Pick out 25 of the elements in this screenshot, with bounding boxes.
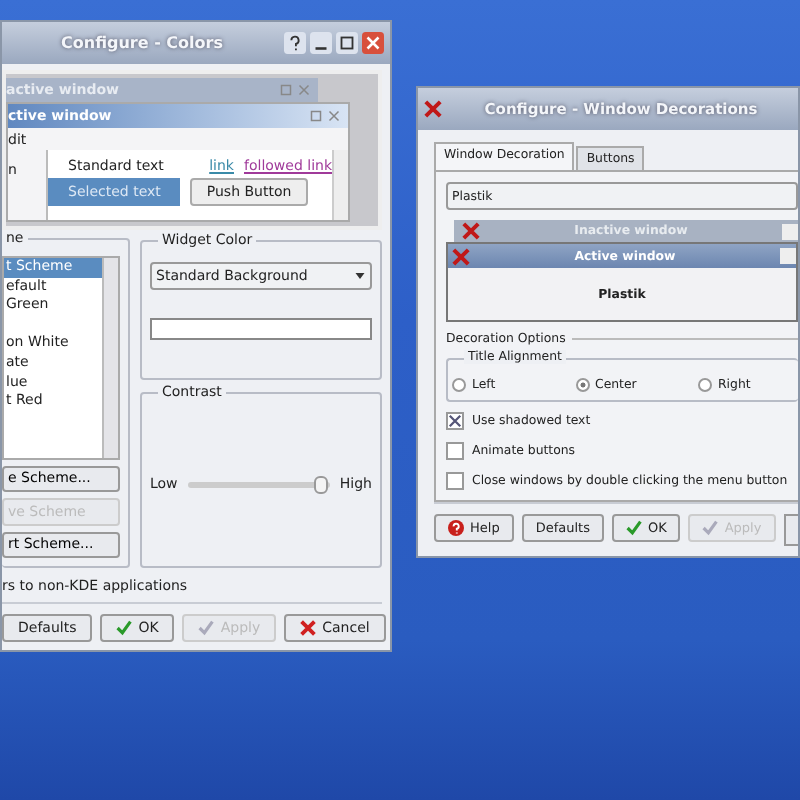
maximize-icon[interactable]	[336, 32, 358, 54]
close-icon	[298, 84, 310, 96]
checkbox[interactable]	[446, 441, 464, 459]
close-icon[interactable]	[362, 32, 384, 54]
radio-button[interactable]	[452, 378, 466, 392]
cancel-icon	[300, 620, 317, 636]
checkbox[interactable]	[446, 411, 464, 429]
cancel-button[interactable]	[783, 514, 798, 546]
maximize-icon	[310, 110, 322, 122]
color-swatch[interactable]	[150, 318, 372, 340]
check-icon	[198, 620, 215, 636]
check-icon	[116, 620, 133, 636]
minimize-icon[interactable]	[310, 32, 332, 54]
check-icon	[702, 520, 719, 536]
check-icon	[625, 520, 642, 536]
x-icon	[452, 247, 470, 265]
window-title: Configure - Colors	[59, 34, 225, 52]
close-icon	[328, 110, 340, 122]
radio-button[interactable]	[575, 378, 589, 392]
x-icon	[462, 222, 480, 240]
checkbox[interactable]	[446, 471, 464, 489]
dropdown-arrow-icon	[354, 270, 366, 282]
radio-button[interactable]	[698, 378, 712, 392]
x-icon	[424, 100, 442, 118]
maximize-icon	[280, 84, 292, 96]
